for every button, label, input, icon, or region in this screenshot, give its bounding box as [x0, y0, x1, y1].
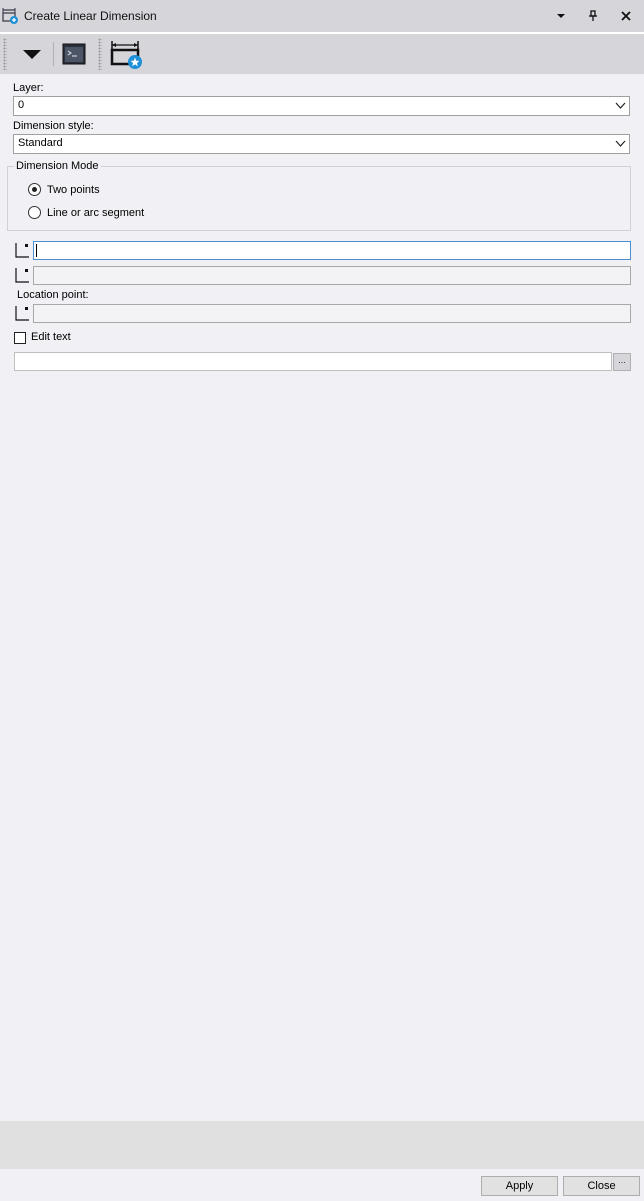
layer-label: Layer:: [13, 82, 44, 94]
dimension-style-select[interactable]: Standard: [13, 134, 630, 154]
dimension-mode-group: [7, 166, 631, 231]
line-or-arc-radio[interactable]: [28, 206, 41, 219]
first-point-input[interactable]: [33, 241, 631, 260]
location-point-input[interactable]: [33, 304, 631, 323]
linear-dimension-new-icon: [110, 41, 142, 69]
toolbar-separator: [53, 42, 54, 66]
toolbar: [0, 34, 644, 74]
dimension-style-value: Standard: [18, 137, 63, 149]
layer-select[interactable]: 0: [13, 96, 630, 116]
window-title: Create Linear Dimension: [24, 9, 157, 23]
bottom-band: [0, 1121, 644, 1169]
title-bar: Create Linear Dimension: [0, 0, 644, 32]
command-window-button[interactable]: [60, 38, 88, 70]
close-button[interactable]: Close: [563, 1176, 640, 1196]
text-caret: [36, 244, 37, 257]
toolbar-dropdown-button[interactable]: [18, 38, 46, 70]
pin-icon: [589, 10, 597, 21]
chevron-down-icon: [615, 140, 626, 147]
dimension-style-label: Dimension style:: [13, 120, 94, 132]
close-icon: [621, 11, 631, 21]
window-menu-button[interactable]: [553, 8, 569, 24]
two-points-label[interactable]: Two points: [47, 184, 100, 196]
pick-point-icon[interactable]: [14, 305, 30, 321]
toolbar-grip-2[interactable]: [98, 38, 102, 70]
close-window-button[interactable]: [618, 8, 634, 24]
edit-text-checkbox[interactable]: [14, 332, 26, 344]
layer-value: 0: [18, 99, 25, 111]
pick-point-icon[interactable]: [14, 267, 30, 283]
pin-button[interactable]: [585, 8, 601, 24]
chevron-down-icon: [615, 102, 626, 109]
edit-text-label[interactable]: Edit text: [31, 331, 71, 343]
dimension-text-input[interactable]: [14, 352, 612, 371]
dropdown-arrow-icon: [23, 50, 41, 59]
dimension-mode-legend: Dimension Mode: [14, 160, 101, 172]
command-window-icon: [62, 43, 86, 65]
two-points-radio[interactable]: [28, 183, 41, 196]
line-or-arc-label[interactable]: Line or arc segment: [47, 207, 144, 219]
location-point-label: Location point:: [17, 289, 89, 301]
toolbar-grip[interactable]: [3, 38, 7, 70]
new-linear-dimension-button[interactable]: [108, 38, 144, 70]
pick-point-icon[interactable]: [14, 242, 30, 258]
second-point-input[interactable]: [33, 266, 631, 285]
browse-button[interactable]: ...: [613, 353, 631, 371]
chevron-down-icon: [557, 14, 565, 18]
linear-dimension-icon: [2, 8, 18, 24]
apply-button[interactable]: Apply: [481, 1176, 558, 1196]
